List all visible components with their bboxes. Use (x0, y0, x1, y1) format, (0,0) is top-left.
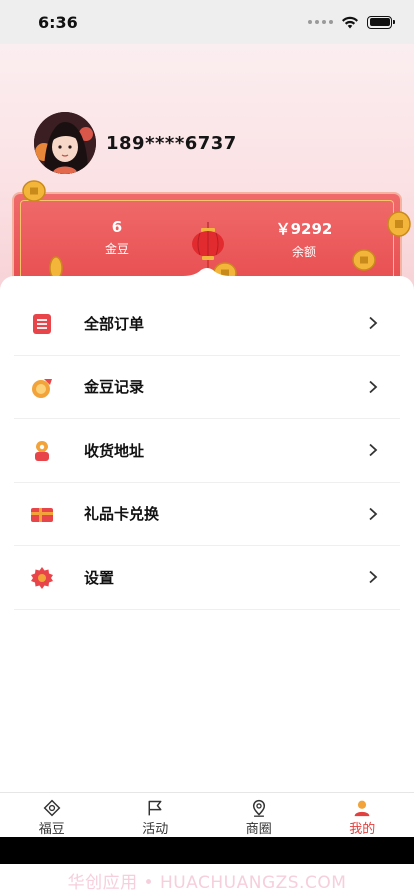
user-phone: 189****6737 (106, 133, 237, 154)
wifi-icon (342, 16, 358, 28)
chevron-right-icon (369, 507, 378, 520)
tab-activity[interactable]: 活动 (104, 793, 208, 837)
menu-item-orders[interactable]: 全部订单 (14, 292, 400, 356)
battery-icon (367, 15, 395, 29)
coin-icon (387, 211, 411, 237)
chevron-right-icon (369, 380, 378, 393)
menu-item-settings[interactable]: 设置 (14, 546, 400, 610)
tab-label: 我的 (349, 822, 376, 837)
sheet-notch (183, 268, 231, 292)
watermark-text: 华创应用 • HUACHUANGZS.COM (67, 872, 347, 893)
balance-stat[interactable]: ￥9292 余额 (264, 218, 344, 260)
status-icons (308, 15, 395, 29)
tab-label: 活动 (142, 822, 169, 837)
menu-label: 设置 (84, 568, 115, 587)
settings-icon (31, 567, 53, 589)
order-list-icon (33, 314, 51, 334)
bean-stat[interactable]: 6 金豆 (77, 218, 157, 257)
avatar[interactable] (34, 112, 96, 174)
profile-tab-icon (354, 800, 370, 817)
menu-label: 礼品卡兑换 (84, 505, 160, 524)
coin-icon (352, 249, 376, 271)
menu-label: 全部订单 (84, 314, 145, 333)
coin-icon (22, 180, 46, 202)
flag-tab-icon (148, 800, 162, 816)
signal-icon (308, 20, 333, 24)
balance-value: ￥9292 (275, 220, 333, 238)
tab-label: 福豆 (38, 822, 65, 837)
address-icon (35, 441, 49, 461)
tab-bean[interactable]: 福豆 (0, 793, 104, 837)
status-time: 6:36 (38, 12, 78, 32)
tab-mine[interactable]: 我的 (311, 793, 414, 837)
bean-count: 6 (111, 218, 123, 236)
bean-label: 金豆 (104, 242, 129, 256)
status-bar: 6:36 (0, 0, 414, 44)
bean-tab-icon (43, 799, 61, 817)
bean-record-icon (32, 378, 52, 398)
avatar-illustration (34, 112, 96, 174)
tab-bar: 福豆 活动 商圈 我的 (0, 792, 414, 837)
menu-item-address[interactable]: 收货地址 (14, 419, 400, 483)
menu-item-gift-card[interactable]: 礼品卡兑换 (14, 483, 400, 546)
menu-list: 全部订单 金豆记录 收货地址 礼品卡兑换 设置 (14, 292, 400, 610)
tab-label: 商圈 (245, 822, 272, 837)
menu-item-bean-record[interactable]: 金豆记录 (14, 356, 400, 419)
balance-label: 余额 (291, 245, 316, 259)
chevron-right-icon (369, 570, 378, 584)
gift-card-icon (31, 507, 53, 522)
menu-label: 收货地址 (84, 441, 145, 460)
watermark-strip: 华创应用 • HUACHUANGZS.COM (0, 864, 414, 896)
menu-label: 金豆记录 (84, 378, 145, 397)
tab-business[interactable]: 商圈 (207, 793, 311, 837)
location-tab-icon (252, 799, 265, 817)
chevron-right-icon (369, 316, 378, 330)
chevron-right-icon (369, 443, 378, 457)
